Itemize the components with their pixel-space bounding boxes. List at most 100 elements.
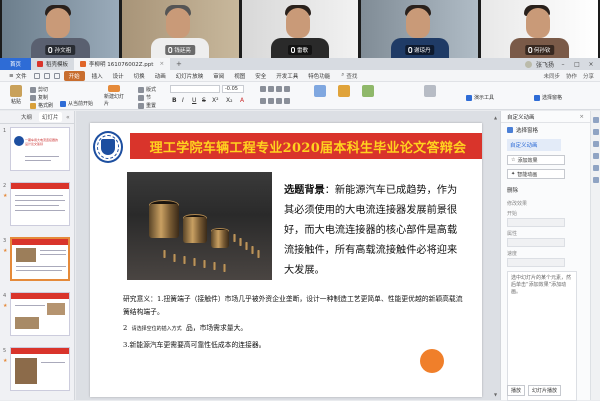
copy-button[interactable]: 复制 xyxy=(30,94,48,101)
shapes-button[interactable] xyxy=(334,85,354,107)
print-icon[interactable] xyxy=(43,72,50,79)
animation-list[interactable]: 选中幻灯片的某个元素，然后单击“添加效果”添加动画。 xyxy=(507,271,577,401)
format-icon[interactable] xyxy=(593,153,599,159)
current-slide[interactable]: 理工学院车辆工程专业2020届本科生毕业论文答辩会 选题背景：新能源汽车已成趋势… xyxy=(90,123,482,397)
start-select[interactable] xyxy=(507,218,565,227)
slideshow-button[interactable]: 幻灯片播放 xyxy=(528,385,562,396)
layout-button[interactable]: 版式 xyxy=(138,86,156,93)
slide-thumbnail[interactable]: 3 ★ xyxy=(0,234,74,289)
vertical-scrollbar[interactable]: ▲ ▼ xyxy=(493,115,498,397)
background-paragraph[interactable]: 选题背景：新能源汽车已成趋势，作为其必须使用的大电流连接器发展前景很好，而大电流… xyxy=(284,181,460,281)
menu-transition[interactable]: 切换 xyxy=(129,70,150,82)
connector-cylinder xyxy=(183,217,207,243)
menu-file[interactable]: ≡ 文件 xyxy=(4,70,32,82)
copy-icon xyxy=(30,94,36,101)
menu-developer[interactable]: 开发工具 xyxy=(271,70,303,82)
strikethrough-button[interactable]: S xyxy=(202,97,206,104)
video-tile-3[interactable]: 雷歌 xyxy=(241,0,359,58)
underline-button[interactable]: U xyxy=(192,97,196,104)
slide-thumbnail[interactable]: 4 ★ xyxy=(0,289,74,344)
smart-animation-button[interactable]: ✦ 智能动画 xyxy=(507,169,565,179)
menu-review[interactable]: 审阅 xyxy=(208,70,229,82)
thumbnail-image xyxy=(10,347,70,391)
menu-start[interactable]: 开始 xyxy=(63,70,85,81)
slide-thumbnail[interactable]: 5 ★ xyxy=(0,344,74,399)
play-from-current-button[interactable]: 从当前开始 xyxy=(60,100,93,107)
slide-number: 4 xyxy=(3,293,7,299)
maximize-button[interactable]: □ xyxy=(572,61,582,68)
bold-button[interactable]: B xyxy=(172,97,177,104)
slide-thumbnail[interactable]: 1 一期车用大电流连接器的设计论文答辩 xyxy=(0,124,74,179)
add-effect-button[interactable]: ☆ 添加效果 xyxy=(507,155,565,165)
video-tile-2[interactable]: 钱廷亮 xyxy=(121,0,239,58)
cut-button[interactable]: 剪切 xyxy=(30,86,48,93)
close-tab-icon[interactable]: × xyxy=(159,61,164,67)
font-size-select[interactable]: -0.05 xyxy=(222,85,244,93)
textbox-button[interactable] xyxy=(310,85,330,107)
play-button[interactable]: 播放 xyxy=(507,385,526,396)
presentation-tools-button[interactable]: 演示工具 xyxy=(466,94,494,101)
tab-outline[interactable]: 大纲 xyxy=(18,112,35,122)
tab-home[interactable]: 首页 xyxy=(0,58,32,70)
search-command[interactable]: ⌕ 查找 xyxy=(341,72,357,80)
menu-special[interactable]: 特色功能 xyxy=(303,70,335,82)
share-button[interactable]: 分享 xyxy=(583,72,594,80)
menu-slideshow[interactable]: 幻灯片放映 xyxy=(171,70,209,82)
menu-animation[interactable]: 动画 xyxy=(150,70,171,82)
connector-pin xyxy=(251,246,254,254)
paragraph-tools[interactable] xyxy=(260,98,290,104)
tab-template[interactable]: 稻壳模板 xyxy=(31,58,74,70)
video-tile-5[interactable]: 何孙钦 xyxy=(481,0,598,58)
video-tile-4[interactable]: 谢琼丹 xyxy=(361,0,479,58)
new-slide-button[interactable]: 新建幻灯片 xyxy=(104,85,124,107)
help-icon[interactable] xyxy=(593,177,599,183)
transition-icon[interactable] xyxy=(593,141,599,147)
significance-paragraph[interactable]: 研究意义：1.扭簧端子（接触件）市场几乎被外资企业垄断，设计一种制造工艺更简单、… xyxy=(123,293,467,355)
collab-button[interactable]: 协作 xyxy=(566,72,577,80)
arrange-button[interactable] xyxy=(358,85,378,107)
slide-thumbnail[interactable]: 2 ★ xyxy=(0,179,74,234)
speed-select[interactable] xyxy=(507,258,565,267)
avatar[interactable] xyxy=(524,60,532,68)
selection-pane-button[interactable]: 选择窗格 xyxy=(534,94,562,101)
save-icon[interactable] xyxy=(33,72,40,79)
selection-pane-link[interactable]: 选择窗格 xyxy=(501,123,600,137)
properties-icon[interactable] xyxy=(593,117,599,123)
font-family-select[interactable] xyxy=(170,85,220,93)
menu-insert[interactable]: 插入 xyxy=(87,70,108,82)
backup-icon[interactable] xyxy=(593,165,599,171)
paste-button[interactable]: 粘贴 xyxy=(6,85,26,107)
close-pane-icon[interactable]: × xyxy=(579,114,584,120)
collapse-panel-icon[interactable]: « xyxy=(66,114,70,121)
custom-animation-tab[interactable]: 自定义动画 xyxy=(507,139,561,151)
section-button[interactable]: 节 xyxy=(138,94,151,101)
align-left-icon[interactable] xyxy=(260,86,290,92)
italic-button[interactable]: I xyxy=(182,97,184,104)
undo-icon[interactable] xyxy=(53,72,60,79)
menu-design[interactable]: 设计 xyxy=(108,70,129,82)
animation-star-icon: ★ xyxy=(3,248,8,254)
minimize-button[interactable]: – xyxy=(558,61,568,68)
subscript-button[interactable]: X₂ xyxy=(226,97,233,104)
property-select[interactable] xyxy=(507,238,565,247)
menu-security[interactable]: 安全 xyxy=(250,70,271,82)
tab-slides[interactable]: 幻灯片 xyxy=(39,112,62,122)
scroll-up-icon[interactable]: ▲ xyxy=(493,115,498,120)
slide-number: 2 xyxy=(3,183,7,189)
thumbnail-line xyxy=(25,160,51,161)
new-tab-button[interactable]: + xyxy=(170,58,188,70)
menu-view[interactable]: 视图 xyxy=(229,70,250,82)
animation-icon[interactable] xyxy=(593,129,599,135)
scroll-down-icon[interactable]: ▼ xyxy=(493,392,498,397)
user-name[interactable]: 张飞扬 xyxy=(536,60,554,69)
superscript-button[interactable]: X² xyxy=(212,97,219,104)
font-color-button[interactable]: A xyxy=(240,97,244,104)
video-tile-1[interactable]: 孙文祖 xyxy=(2,0,119,58)
sync-status[interactable]: 未同步 xyxy=(543,72,560,80)
reset-button[interactable]: 重置 xyxy=(138,102,156,109)
close-window-button[interactable]: × xyxy=(586,61,596,68)
find-button[interactable] xyxy=(420,85,440,107)
delete-button[interactable]: 删除 xyxy=(501,183,600,197)
tab-document[interactable]: 李柳明 161076002Z.ppt × xyxy=(74,58,171,70)
format-painter-button[interactable]: 格式刷 xyxy=(30,102,53,109)
